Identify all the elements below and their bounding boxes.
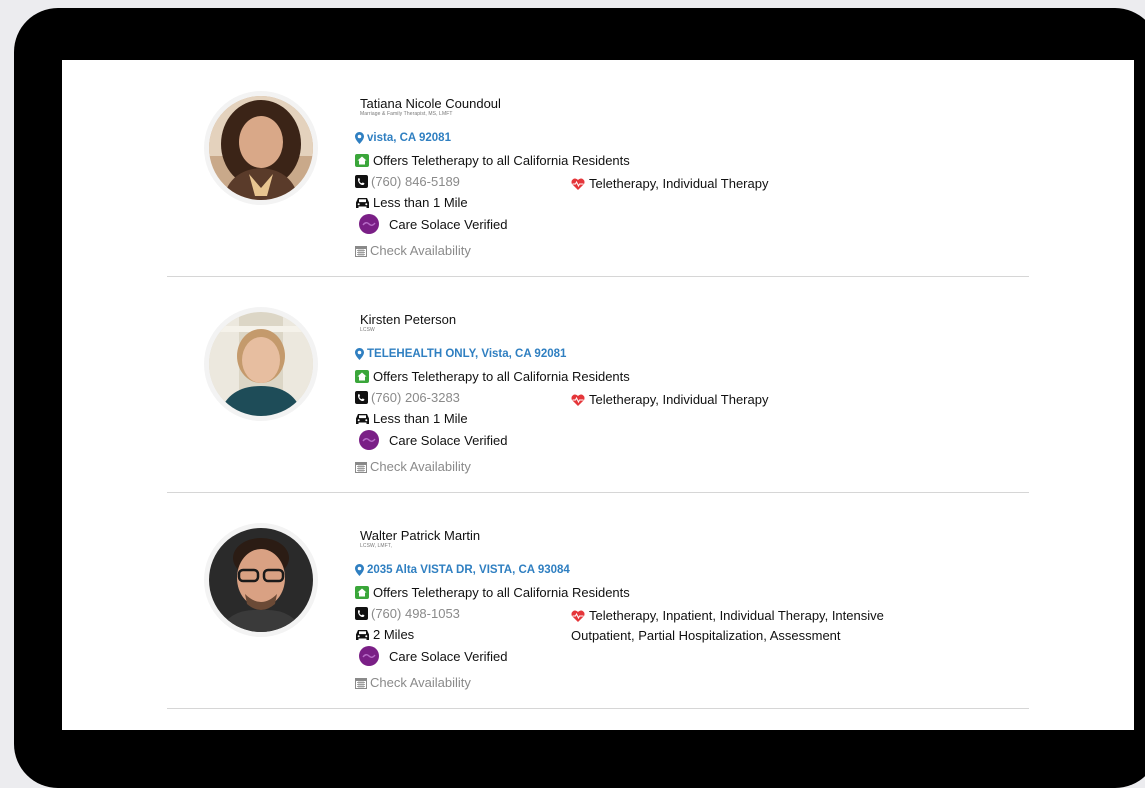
- provider-phone-text: (760) 206-3283: [371, 390, 460, 405]
- provider-photo: [209, 96, 313, 200]
- provider-distance: Less than 1 Mile: [355, 195, 468, 210]
- map-marker-icon: [355, 348, 364, 360]
- provider-services: Teletherapy, Individual Therapy: [571, 390, 931, 410]
- provider-phone-link[interactable]: (760) 498-1053: [355, 606, 460, 621]
- provider-credentials: LCSW: [360, 327, 375, 333]
- provider-card: Tatiana Nicole Coundoul Marriage & Famil…: [167, 60, 1029, 277]
- verified-text: Care Solace Verified: [389, 648, 508, 664]
- provider-distance-text: Less than 1 Mile: [373, 195, 468, 210]
- provider-credentials: LCSW, LMFT,: [360, 543, 392, 549]
- check-availability-text: Check Availability: [370, 243, 471, 258]
- provider-card: Walter Patrick Martin LCSW, LMFT, 2035 A…: [167, 492, 1029, 709]
- phone-icon: [355, 391, 368, 404]
- car-icon: [356, 629, 369, 640]
- provider-photo: [209, 528, 313, 632]
- teletherapy-text: Offers Teletherapy to all California Res…: [373, 585, 630, 600]
- provider-services-text: Teletherapy, Individual Therapy: [589, 392, 769, 407]
- calendar-icon: [355, 677, 367, 689]
- provider-name[interactable]: Walter Patrick Martin: [360, 528, 480, 543]
- provider-distance: 2 Miles: [355, 627, 414, 642]
- care-solace-verified: Care Solace Verified: [359, 646, 508, 666]
- teletherapy-note: Offers Teletherapy to all California Res…: [355, 369, 630, 384]
- phone-icon: [355, 607, 368, 620]
- tablet-frame: Tatiana Nicole Coundoul Marriage & Famil…: [14, 8, 1145, 788]
- provider-card: Kirsten Peterson LCSW TELEHEALTH ONLY, V…: [167, 276, 1029, 493]
- car-icon: [356, 413, 369, 424]
- provider-phone-link[interactable]: (760) 206-3283: [355, 390, 460, 405]
- provider-distance: Less than 1 Mile: [355, 411, 468, 426]
- provider-location-link[interactable]: vista, CA 92081: [355, 132, 451, 144]
- provider-services-text: Teletherapy, Inpatient, Individual Thera…: [571, 608, 884, 643]
- provider-name[interactable]: Tatiana Nicole Coundoul: [360, 96, 501, 111]
- heartbeat-icon: [571, 394, 585, 406]
- provider-location-text: vista, CA 92081: [367, 132, 451, 144]
- provider-location-link[interactable]: TELEHEALTH ONLY, Vista, CA 92081: [355, 348, 566, 360]
- home-icon: [355, 370, 369, 383]
- provider-photo: [209, 312, 313, 416]
- provider-location-text: 2035 Alta VISTA DR, VISTA, CA 93084: [367, 564, 570, 576]
- teletherapy-text: Offers Teletherapy to all California Res…: [373, 153, 630, 168]
- check-availability-text: Check Availability: [370, 459, 471, 474]
- teletherapy-note: Offers Teletherapy to all California Res…: [355, 153, 630, 168]
- provider-location-text: TELEHEALTH ONLY, Vista, CA 92081: [367, 348, 567, 360]
- phone-icon: [355, 175, 368, 188]
- map-marker-icon: [355, 564, 364, 576]
- home-icon: [355, 154, 369, 167]
- teletherapy-text: Offers Teletherapy to all California Res…: [373, 369, 630, 384]
- map-marker-icon: [355, 132, 364, 144]
- heartbeat-icon: [571, 178, 585, 190]
- check-availability-link[interactable]: Check Availability: [355, 243, 471, 258]
- provider-phone-link[interactable]: (760) 846-5189: [355, 174, 460, 189]
- calendar-icon: [355, 461, 367, 473]
- provider-location-link[interactable]: 2035 Alta VISTA DR, VISTA, CA 93084: [355, 564, 570, 576]
- provider-services-text: Teletherapy, Individual Therapy: [589, 176, 769, 191]
- teletherapy-note: Offers Teletherapy to all California Res…: [355, 585, 630, 600]
- care-solace-verified: Care Solace Verified: [359, 430, 508, 450]
- provider-services: Teletherapy, Inpatient, Individual Thera…: [571, 606, 931, 646]
- home-icon: [355, 586, 369, 599]
- check-availability-link[interactable]: Check Availability: [355, 675, 471, 690]
- heartbeat-icon: [571, 610, 585, 622]
- provider-info: Kirsten Peterson LCSW TELEHEALTH ONLY, V…: [355, 276, 1015, 491]
- check-availability-text: Check Availability: [370, 675, 471, 690]
- verified-text: Care Solace Verified: [389, 432, 508, 448]
- provider-results-list: Tatiana Nicole Coundoul Marriage & Famil…: [62, 60, 1134, 730]
- provider-name[interactable]: Kirsten Peterson: [360, 312, 456, 327]
- calendar-icon: [355, 245, 367, 257]
- provider-distance-text: Less than 1 Mile: [373, 411, 468, 426]
- provider-phone-text: (760) 498-1053: [371, 606, 460, 621]
- check-availability-link[interactable]: Check Availability: [355, 459, 471, 474]
- provider-info: Tatiana Nicole Coundoul Marriage & Famil…: [355, 60, 1015, 275]
- verified-text: Care Solace Verified: [389, 216, 508, 232]
- car-icon: [356, 197, 369, 208]
- provider-distance-text: 2 Miles: [373, 627, 415, 642]
- provider-services: Teletherapy, Individual Therapy: [571, 174, 931, 194]
- care-solace-logo-icon: [359, 430, 379, 450]
- care-solace-logo-icon: [359, 646, 379, 666]
- care-solace-logo-icon: [359, 214, 379, 234]
- care-solace-verified: Care Solace Verified: [359, 214, 508, 234]
- provider-info: Walter Patrick Martin LCSW, LMFT, 2035 A…: [355, 492, 1015, 707]
- provider-phone-text: (760) 846-5189: [371, 174, 460, 189]
- provider-credentials: Marriage & Family Therapist, MS, LMFT: [360, 111, 453, 117]
